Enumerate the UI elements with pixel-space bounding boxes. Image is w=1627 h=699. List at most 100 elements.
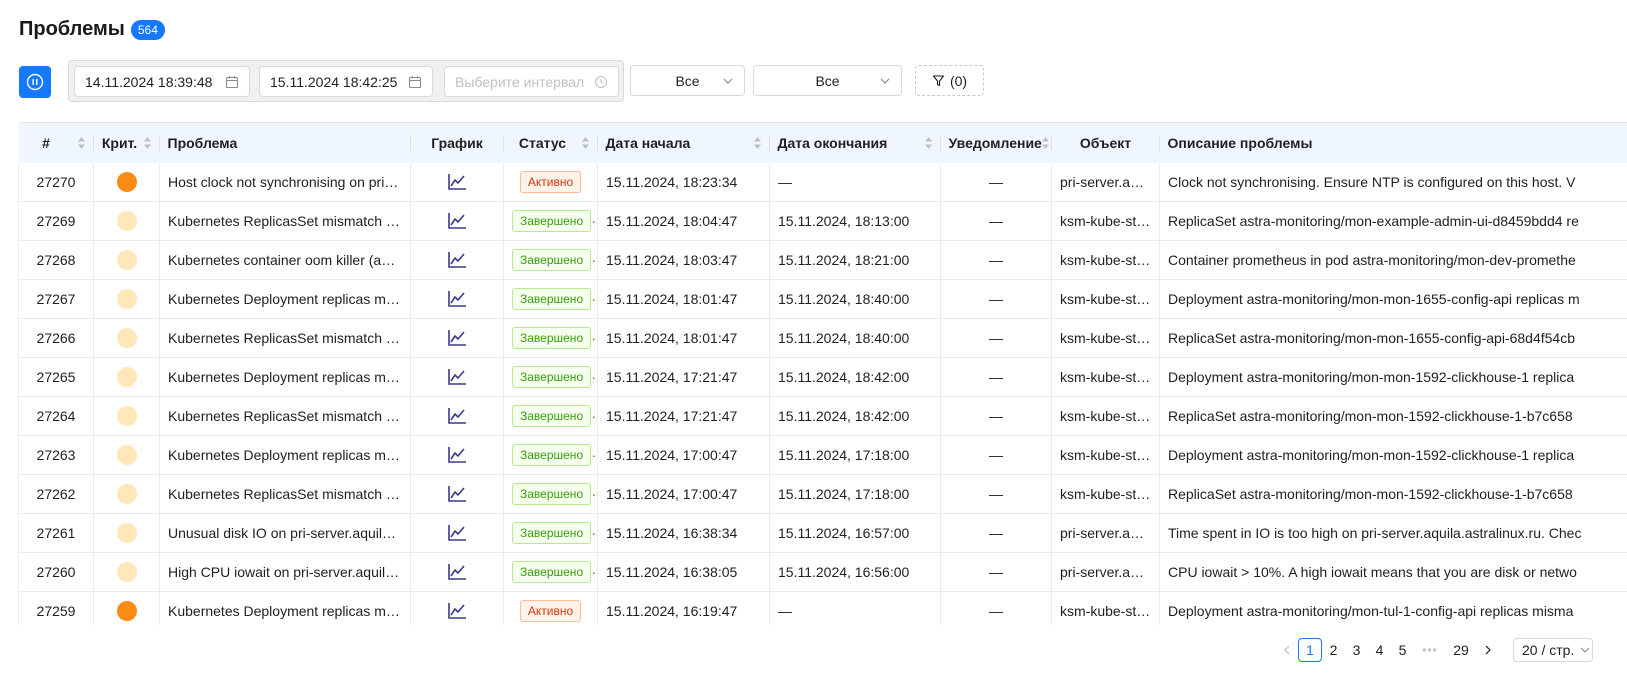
notification: —: [940, 240, 1052, 280]
filter-select-2[interactable]: Все: [753, 65, 902, 96]
status-cell: Завершено: [503, 435, 598, 475]
criticality-dot: [116, 601, 137, 621]
graph-cell[interactable]: [410, 357, 504, 397]
interval-input[interactable]: Выберите интервал: [444, 66, 619, 97]
date-from-input[interactable]: 14.11.2024 18:39:48: [74, 66, 250, 97]
problem-name[interactable]: Host clock not synchronising on pri-serv…: [159, 162, 411, 202]
table-row[interactable]: 27267 Kubernetes Deployment replicas mism…: [18, 279, 1627, 319]
problem-description: ReplicaSet astra-monitoring/mon-mon-1592…: [1159, 474, 1627, 514]
graph-cell[interactable]: [410, 513, 504, 553]
pages-ellipsis[interactable]: •••: [1414, 638, 1446, 662]
row-id: 27264: [18, 396, 94, 436]
page-3-button[interactable]: 3: [1345, 638, 1368, 662]
problem-name[interactable]: Kubernetes ReplicasSet mismatch (astra-m…: [159, 318, 411, 358]
graph-cell[interactable]: [410, 474, 504, 514]
table-row[interactable]: 27266 Kubernetes ReplicasSet mismatch (as…: [18, 318, 1627, 358]
start-date: 15.11.2024, 17:00:47: [597, 474, 770, 514]
sort-icon[interactable]: [753, 136, 762, 150]
column-header-graph: График: [410, 122, 504, 163]
problem-description: Container prometheus in pod astra-monito…: [1159, 240, 1627, 280]
column-header-notify[interactable]: Уведомление: [940, 122, 1052, 163]
end-date: 15.11.2024, 17:18:00: [769, 474, 941, 514]
problem-name[interactable]: Kubernetes container oom killer (astra-m…: [159, 240, 411, 280]
problem-name[interactable]: High CPU iowait on pri-server.aquila.ast…: [159, 552, 411, 592]
notification: —: [940, 279, 1052, 319]
sort-icon[interactable]: [77, 136, 86, 150]
column-header-end[interactable]: Дата окончания: [769, 122, 941, 163]
graph-cell[interactable]: [410, 435, 504, 475]
problem-name[interactable]: Kubernetes Deployment replicas mismatch …: [159, 357, 411, 397]
column-header-start[interactable]: Дата начала: [597, 122, 770, 163]
table-row[interactable]: 27260 High CPU iowait on pri-server.aquil…: [18, 552, 1627, 592]
problem-description: ReplicaSet astra-monitoring/mon-mon-1592…: [1159, 396, 1627, 436]
prev-page-button[interactable]: [1275, 638, 1298, 662]
graph-cell[interactable]: [410, 591, 504, 625]
row-id: 27262: [18, 474, 94, 514]
status-badge: Активно: [519, 170, 582, 193]
table-row[interactable]: 27268 Kubernetes container oom killer (as…: [18, 240, 1627, 280]
table-row[interactable]: 27263 Kubernetes Deployment replicas mism…: [18, 435, 1627, 475]
table-row[interactable]: 27261 Unusual disk IO on pri-server.aquil…: [18, 513, 1627, 553]
row-id: 27270: [18, 162, 94, 202]
table-row[interactable]: 27259 Kubernetes Deployment replicas mism…: [18, 591, 1627, 625]
graph-cell[interactable]: [410, 396, 504, 436]
graph-cell[interactable]: [410, 552, 504, 592]
graph-cell[interactable]: [410, 240, 504, 280]
page-4-button[interactable]: 4: [1368, 638, 1391, 662]
graph-cell[interactable]: [410, 201, 504, 241]
table-row[interactable]: 27265 Kubernetes Deployment replicas mism…: [18, 357, 1627, 397]
row-id: 27261: [18, 513, 94, 553]
problem-name[interactable]: Kubernetes Deployment replicas mismatch …: [159, 435, 411, 475]
problem-name[interactable]: Kubernetes Deployment replicas mismatch …: [159, 279, 411, 319]
table-row[interactable]: 27270 Host clock not synchronising on pri…: [18, 162, 1627, 202]
graph-cell[interactable]: [410, 279, 504, 319]
column-header-crit[interactable]: Крит.: [93, 122, 160, 163]
page-5-button[interactable]: 5: [1391, 638, 1414, 662]
next-page-button[interactable]: [1476, 638, 1499, 662]
chart-icon: [448, 603, 466, 619]
start-date: 15.11.2024, 18:23:34: [597, 162, 770, 202]
status-badge: Завершено: [512, 210, 592, 232]
filter-button[interactable]: (0): [915, 65, 984, 96]
problem-name[interactable]: Kubernetes ReplicasSet mismatch (astra-m…: [159, 474, 411, 514]
notification: —: [940, 318, 1052, 358]
page-1-button[interactable]: 1: [1298, 638, 1322, 662]
criticality-dot: [116, 367, 137, 387]
date-to-input[interactable]: 15.11.2024 18:42:25: [259, 66, 433, 97]
pause-button[interactable]: [19, 66, 51, 98]
table-row[interactable]: 27262 Kubernetes ReplicasSet mismatch (as…: [18, 474, 1627, 514]
object-name: ksm-kube-state-metrics: [1051, 240, 1160, 280]
graph-cell[interactable]: [410, 162, 504, 202]
filter-select-1[interactable]: Все: [630, 65, 745, 96]
criticality-cell: [93, 396, 160, 436]
criticality-cell: [93, 435, 160, 475]
problem-description: ReplicaSet astra-monitoring/mon-example-…: [1159, 201, 1627, 241]
graph-cell[interactable]: [410, 318, 504, 358]
start-date: 15.11.2024, 18:01:47: [597, 318, 770, 358]
page-2-button[interactable]: 2: [1322, 638, 1345, 662]
page-last-button[interactable]: 29: [1446, 638, 1476, 662]
criticality-cell: [93, 552, 160, 592]
sort-icon[interactable]: [581, 136, 590, 150]
notification: —: [940, 591, 1052, 625]
sort-icon[interactable]: [1041, 136, 1050, 150]
problem-name[interactable]: Kubernetes ReplicasSet mismatch (astra-m…: [159, 396, 411, 436]
page-size-select[interactable]: 20 / стр.: [1513, 638, 1593, 662]
table-row[interactable]: 27269 Kubernetes ReplicasSet mismatch (as…: [18, 201, 1627, 241]
start-date: 15.11.2024, 17:21:47: [597, 357, 770, 397]
end-date: 15.11.2024, 17:18:00: [769, 435, 941, 475]
notification: —: [940, 435, 1052, 475]
problem-name[interactable]: Kubernetes ReplicasSet mismatch (astra-m…: [159, 201, 411, 241]
table-row[interactable]: 27264 Kubernetes ReplicasSet mismatch (as…: [18, 396, 1627, 436]
status-badge: Завершено: [512, 444, 592, 466]
calendar-icon: [408, 75, 422, 88]
status-badge: Завершено: [512, 405, 592, 427]
sort-icon[interactable]: [924, 136, 933, 150]
sort-icon[interactable]: [143, 136, 152, 150]
filter-count: (0): [949, 72, 968, 89]
column-header-status[interactable]: Статус: [503, 122, 598, 163]
page-size-value: 20 / стр.: [1522, 642, 1575, 658]
column-header-num[interactable]: #: [18, 122, 94, 163]
problem-name[interactable]: Unusual disk IO on pri-server.aquila.ast…: [159, 513, 411, 553]
problem-name[interactable]: Kubernetes Deployment replicas mismatch …: [159, 591, 411, 625]
